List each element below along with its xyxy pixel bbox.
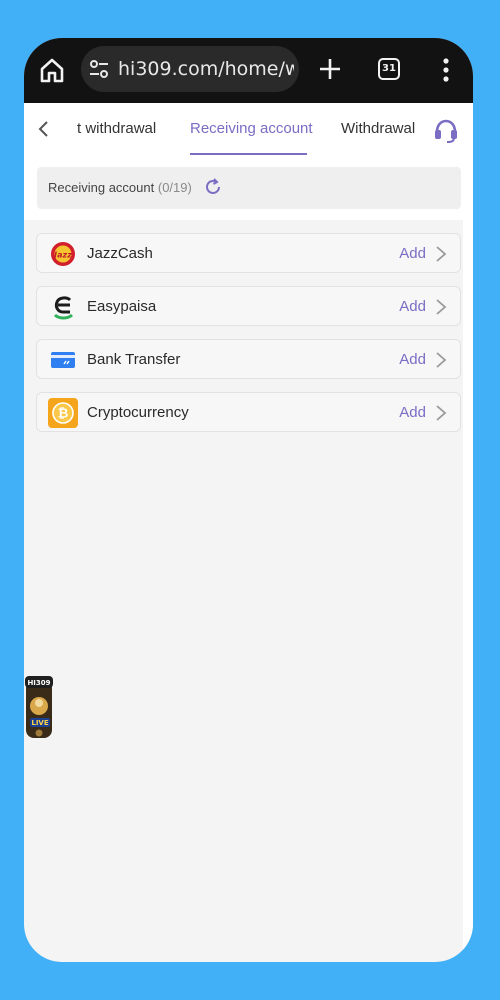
summary-title: Receiving account bbox=[48, 180, 155, 195]
tab-withdrawal-record[interactable]: Withdrawal r bbox=[341, 120, 419, 138]
chevron-right-icon bbox=[436, 352, 447, 368]
svg-text:Jazz: Jazz bbox=[52, 251, 72, 260]
bitcoin-icon: ₿ bbox=[48, 398, 78, 428]
app-header: t withdrawal Receiving account Withdrawa… bbox=[24, 103, 473, 156]
active-tab-indicator bbox=[190, 153, 307, 155]
bank-card-icon bbox=[51, 352, 75, 368]
method-label: Easypaisa bbox=[87, 298, 157, 315]
add-button[interactable]: Add bbox=[399, 404, 426, 421]
overflow-menu-icon[interactable] bbox=[436, 57, 456, 83]
chevron-right-icon bbox=[436, 246, 447, 262]
method-label: JazzCash bbox=[87, 245, 153, 262]
home-icon[interactable] bbox=[38, 56, 66, 84]
method-label: Cryptocurrency bbox=[87, 404, 189, 421]
phone-frame: hi309.com/home/wi 31 t withdrawal Receiv… bbox=[24, 38, 473, 962]
tab-withdrawal[interactable]: t withdrawal bbox=[77, 120, 156, 138]
new-tab-icon[interactable] bbox=[318, 57, 342, 81]
method-cryptocurrency[interactable]: ₿ Cryptocurrency Add bbox=[36, 392, 461, 432]
method-bank-transfer[interactable]: Bank Transfer Add bbox=[36, 339, 461, 379]
svg-text:₿: ₿ bbox=[58, 407, 69, 422]
badge-brand-text: HI309 bbox=[27, 679, 50, 687]
address-bar[interactable]: hi309.com/home/wi bbox=[81, 46, 299, 92]
live-casino-floating-badge[interactable]: HI309 LIVE bbox=[24, 674, 56, 742]
url-text[interactable]: hi309.com/home/wi bbox=[118, 57, 294, 81]
chevron-right-icon bbox=[436, 405, 447, 421]
site-settings-icon[interactable] bbox=[89, 60, 109, 78]
add-button[interactable]: Add bbox=[399, 351, 426, 368]
summary-count: (0/19) bbox=[157, 180, 192, 195]
method-label: Bank Transfer bbox=[87, 351, 181, 368]
add-button[interactable]: Add bbox=[399, 298, 426, 315]
browser-toolbar: hi309.com/home/wi 31 bbox=[24, 38, 473, 103]
badge-live-text: LIVE bbox=[31, 719, 48, 727]
tab-switcher-button[interactable]: 31 bbox=[378, 58, 400, 80]
scroll-gutter bbox=[463, 156, 473, 962]
method-easypaisa[interactable]: Easypaisa Add bbox=[36, 286, 461, 326]
receiving-account-summary: Receiving account (0/19) bbox=[37, 167, 461, 209]
method-jazzcash[interactable]: Jazz JazzCash Add bbox=[36, 233, 461, 273]
easypaisa-icon bbox=[53, 296, 74, 320]
chevron-right-icon bbox=[436, 299, 447, 315]
add-button[interactable]: Add bbox=[399, 245, 426, 262]
back-arrow-icon[interactable] bbox=[34, 119, 54, 139]
summary-label: Receiving account (0/19) bbox=[48, 180, 192, 195]
customer-support-icon[interactable] bbox=[433, 118, 459, 144]
jazzcash-icon: Jazz bbox=[51, 242, 75, 266]
tab-receiving-account[interactable]: Receiving account bbox=[190, 120, 313, 138]
refresh-icon[interactable] bbox=[203, 177, 223, 197]
